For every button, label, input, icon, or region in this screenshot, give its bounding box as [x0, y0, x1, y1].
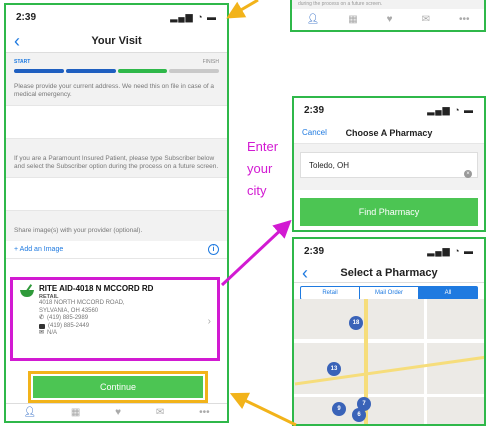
your-visit-screen: 2:39 ▂▄▆ ◔ ▬ ‹ Your Visit START FINISH P…: [4, 3, 229, 423]
continue-button[interactable]: Continue: [33, 376, 203, 398]
choose-pharmacy-screen: 2:39 ▂▄▆ ◔ ▬ Cancel Choose A Pharmacy × …: [292, 96, 486, 232]
info-icon[interactable]: i: [208, 244, 219, 255]
orange-arrow-bottom: [229, 392, 297, 426]
progress-step: [14, 69, 64, 73]
progress-step: [65, 69, 116, 73]
add-image-link[interactable]: + Add an Image: [14, 246, 63, 253]
nav-bar: Cancel Choose A Pharmacy: [294, 122, 484, 144]
status-time: 2:39: [16, 11, 37, 23]
progress-bar: [14, 69, 219, 73]
insurance-note: If you are a Paramount Insured Patient, …: [6, 149, 227, 177]
pharmacy-address-line2: SYLVANIA, OH 43560: [39, 307, 99, 314]
pharmacy-name: RITE AID-4018 N MCCORD RD: [39, 284, 154, 293]
map-marker[interactable]: 18: [349, 316, 363, 330]
progress-finish-label: FINISH: [202, 59, 219, 65]
pharmacy-type-tabs: Retail Mail Order All: [300, 286, 478, 300]
status-bar: 2:39 ▂▄▆ ◔ ▬: [294, 239, 484, 263]
tab-mail-order[interactable]: Mail Order: [360, 287, 419, 299]
continue-highlight: Continue: [28, 371, 208, 403]
mail-icon[interactable]: ✉: [156, 407, 164, 418]
nav-bar: ‹ Select a Pharmacy: [294, 263, 484, 283]
mail-icon[interactable]: ✉: [422, 14, 430, 25]
person-icon[interactable]: 👤︎: [23, 407, 36, 418]
subscriber-field[interactable]: [6, 177, 227, 211]
person-icon[interactable]: 👤︎: [307, 14, 320, 25]
pharmacy-address-line1: 4018 NORTH MCCORD ROAD,: [39, 300, 125, 306]
magenta-arrow: [220, 219, 292, 287]
find-pharmacy-button[interactable]: Find Pharmacy: [300, 198, 478, 226]
signal-wifi-battery-icon: ▂▄▆ ◔ ▬: [427, 245, 474, 256]
signal-wifi-battery-icon: ▂▄▆ ◔ ▬: [170, 11, 217, 22]
tab-retail[interactable]: Retail: [301, 287, 360, 299]
envelope-icon: ✉: [39, 330, 45, 336]
snippet-text: during the process on a future screen.: [292, 0, 484, 9]
tab-bar: 👤︎ ▦ ♥ ✉ •••: [292, 9, 484, 29]
top-screen-snippet: during the process on a future screen. 👤…: [290, 0, 486, 32]
page-title: Choose A Pharmacy: [345, 127, 433, 138]
cancel-button[interactable]: Cancel: [302, 128, 327, 137]
progress-step: [169, 69, 219, 73]
clear-text-icon[interactable]: ×: [464, 170, 472, 178]
pharmacy-map[interactable]: 18 13 9 7 6: [294, 299, 484, 424]
fax-icon: [39, 323, 45, 329]
select-pharmacy-screen: 2:39 ▂▄▆ ◔ ▬ ‹ Select a Pharmacy Retail …: [292, 237, 486, 426]
pharmacy-email: N/A: [47, 330, 58, 336]
map-marker[interactable]: 6: [352, 408, 366, 422]
back-chevron-icon[interactable]: ‹: [14, 31, 20, 52]
chevron-right-icon: ›: [207, 316, 211, 327]
heart-icon[interactable]: ♥: [115, 407, 121, 418]
enter-city-annotation: Enter your city: [247, 139, 279, 198]
map-marker[interactable]: 9: [332, 402, 346, 416]
status-bar: 2:39 ▂▄▆ ◔ ▬: [294, 98, 484, 122]
pharmacy-fax: (419) 885-2449: [48, 322, 90, 329]
status-time: 2:39: [304, 104, 325, 116]
page-title: Your Visit: [91, 34, 142, 47]
address-note: Please provide your current address. We …: [6, 77, 227, 105]
orange-arrow-top: [226, 0, 259, 19]
share-images-note: Share image(s) with your provider (optio…: [6, 221, 227, 241]
status-time: 2:39: [304, 245, 325, 257]
status-bar: 2:39 ▂▄▆ ◔ ▬: [6, 5, 227, 29]
progress-start-label: START: [14, 59, 31, 65]
progress-section: START FINISH: [6, 53, 227, 77]
list-view-icon[interactable]: [466, 287, 476, 298]
calendar-icon[interactable]: ▦: [71, 407, 80, 418]
signal-wifi-battery-icon: ▂▄▆ ◔ ▬: [427, 104, 474, 115]
selected-pharmacy-card[interactable]: RITE AID-4018 N MCCORD RD RETAIL 4018 NO…: [10, 277, 220, 361]
tab-bar: 👤︎ ▦ ♥ ✉ •••: [6, 403, 227, 421]
more-icon[interactable]: •••: [459, 14, 470, 25]
back-chevron-icon[interactable]: ‹: [302, 263, 308, 284]
map-marker[interactable]: 13: [327, 362, 341, 376]
page-title: Select a Pharmacy: [340, 266, 438, 279]
progress-step: [117, 69, 168, 73]
calendar-icon[interactable]: ▦: [348, 14, 357, 25]
mortar-pestle-icon: [20, 284, 34, 297]
pharmacy-phone: (419) 885-2989: [47, 315, 89, 321]
phone-icon: ✆: [39, 315, 45, 321]
heart-icon[interactable]: ♥: [387, 14, 393, 25]
city-input[interactable]: [300, 152, 478, 178]
nav-bar: ‹ Your Visit: [6, 29, 227, 53]
add-image-row[interactable]: + Add an Image i: [6, 241, 227, 259]
address-field[interactable]: [6, 105, 227, 139]
more-icon[interactable]: •••: [199, 407, 210, 418]
